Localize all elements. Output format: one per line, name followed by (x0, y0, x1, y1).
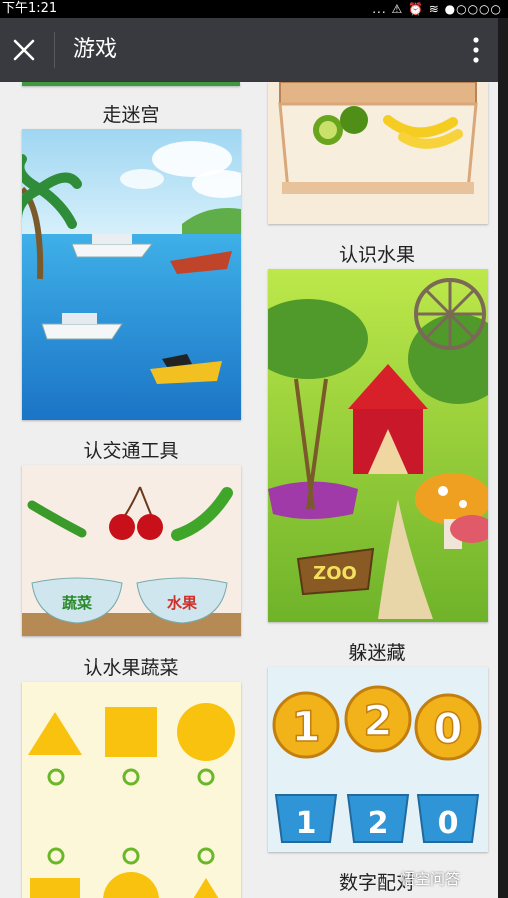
game-label-fruits[interactable]: 认识水果 (267, 240, 487, 267)
game-label-fruit-veg[interactable]: 认水果蔬菜 (21, 653, 241, 680)
bottom-digit-1: 1 (296, 806, 317, 841)
zoo-sign-text: ZOO (313, 563, 357, 584)
bowl-vegetable-text: 蔬菜 (62, 594, 92, 612)
game-card-hide-seek[interactable]: ZOO (268, 269, 488, 622)
navbar-divider (54, 32, 55, 68)
maze-scene-image (22, 129, 241, 420)
game-label-maze[interactable]: 走迷宫 (21, 100, 241, 127)
game-card-number-match[interactable]: 1 2 0 1 2 0 (268, 667, 488, 852)
navbar: 游戏 (0, 18, 498, 82)
game-card-transport[interactable]: 蔬菜 水果 (22, 465, 241, 636)
circus-zoo-image: ZOO (268, 269, 488, 622)
status-bar: 下午1:21 ... ⚠ ⏰ ≋ ●○○○○ (0, 0, 508, 18)
bottom-digit-3: 0 (438, 806, 459, 841)
game-label-transport[interactable]: 认交通工具 (21, 436, 241, 463)
fruit-box-image (268, 82, 488, 224)
fruit-vegetable-bowls-image: 蔬菜 水果 (22, 465, 241, 636)
screen-edge (498, 18, 508, 898)
page-title: 游戏 (73, 37, 118, 62)
top-digit-1: 1 (291, 702, 320, 751)
game-card-partial-top[interactable] (22, 82, 240, 86)
game-label-hide-seek[interactable]: 躲迷藏 (267, 638, 487, 665)
status-icons: ... ⚠ ⏰ ≋ ●○○○○ (372, 2, 502, 16)
status-time: 下午1:21 (2, 1, 58, 16)
watermark-text: 悟空问答 (400, 870, 461, 888)
top-digit-2: 2 (363, 696, 392, 745)
game-card-maze[interactable] (22, 129, 241, 420)
top-digit-3: 0 (433, 704, 462, 753)
more-icon[interactable] (470, 36, 482, 64)
game-card-fruit-veg[interactable] (22, 682, 241, 898)
number-match-image: 1 2 0 1 2 0 (268, 667, 488, 852)
bowl-fruit-text: 水果 (167, 594, 198, 612)
bottom-digit-2: 2 (368, 806, 389, 841)
shapes-matching-image (22, 682, 241, 898)
close-icon[interactable] (12, 38, 36, 62)
game-card-fruits-top[interactable] (268, 82, 488, 224)
